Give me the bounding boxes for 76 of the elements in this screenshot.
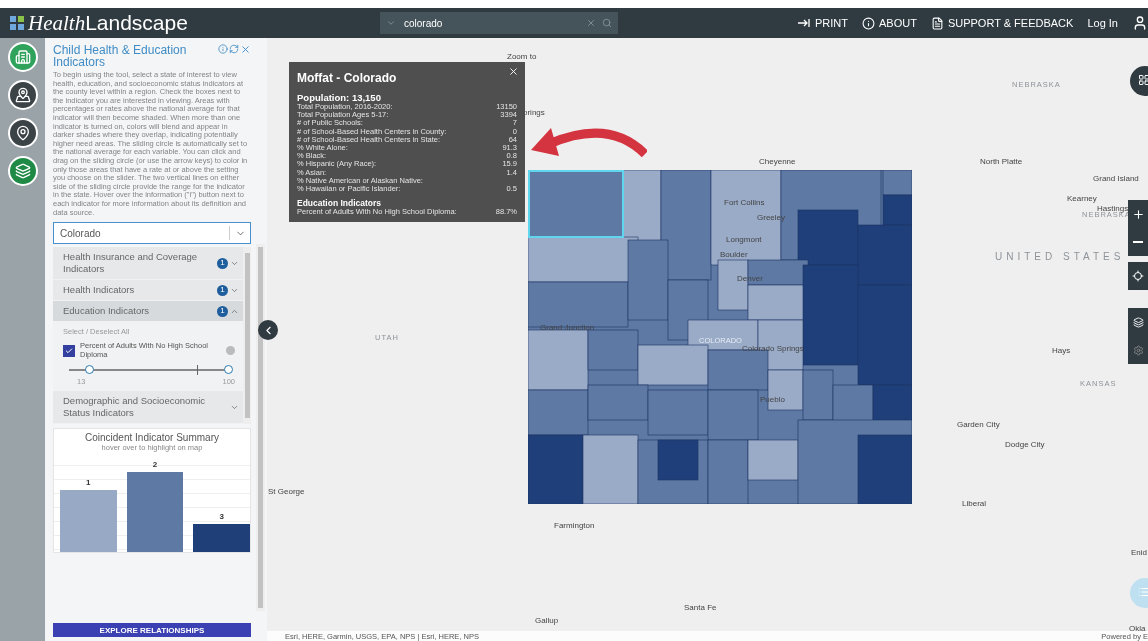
gear-icon: [1132, 344, 1144, 356]
accordion-header[interactable]: Education Indicators 1: [53, 301, 243, 323]
search-input[interactable]: colorado: [402, 16, 580, 30]
map-label: Enid: [1131, 548, 1147, 557]
map-label: Longmont: [726, 235, 762, 244]
checkbox[interactable]: [63, 344, 75, 357]
chart-bar[interactable]: [126, 472, 184, 553]
check-icon: [65, 346, 73, 355]
search-icon: [602, 18, 612, 28]
population-heading: Population: 13,150: [297, 92, 381, 103]
scrollbar[interactable]: [243, 247, 251, 425]
bar-label: 2: [152, 460, 158, 470]
building-icon: [14, 49, 31, 65]
map-label: Liberal: [962, 499, 986, 508]
map-label: Grand Island: [1093, 174, 1139, 183]
map[interactable]: [267, 38, 1148, 641]
map-label: Okla: [1129, 624, 1146, 633]
map-label: Cheyenne: [759, 157, 796, 166]
count-badge: 1: [217, 257, 228, 269]
header-link[interactable]: ABOUT: [861, 16, 917, 30]
app-logo-text: HealthLandscape: [28, 10, 188, 36]
map-label: UNITED STATES: [995, 251, 1125, 262]
map-label: Dodge City: [1005, 440, 1045, 449]
map-label: Kearney: [1067, 194, 1097, 203]
map-label: Farmington: [554, 521, 595, 530]
location-pin-icon: [14, 125, 31, 141]
map-label: Hays: [1052, 346, 1071, 355]
layers-icon: [14, 163, 31, 179]
crosshair-icon: [1132, 270, 1144, 282]
tool-button[interactable]: [7, 80, 38, 110]
header-link[interactable]: PRINT: [796, 17, 848, 29]
document-icon: [930, 16, 944, 30]
info-icon: [861, 16, 875, 30]
header-link[interactable]: SUPPORT & FEEDBACK: [930, 16, 1074, 30]
arrow-to-bar-icon: [796, 18, 811, 28]
layers-icon: [1132, 316, 1144, 328]
map-label: Fort Collins: [724, 198, 765, 207]
logo-icon: [10, 16, 24, 30]
close-icon[interactable]: [240, 44, 251, 55]
summary-title: Coincident Indicator Summary: [85, 432, 219, 444]
user-icon[interactable]: [1132, 15, 1148, 31]
tool-button[interactable]: [7, 118, 38, 148]
map-label: Zoom to: [507, 52, 537, 61]
search-box[interactable]: colorado: [380, 12, 618, 34]
bar-label: 3: [219, 512, 224, 522]
plus-icon: [1131, 207, 1145, 221]
slider-thumb[interactable]: [224, 365, 233, 375]
map-label: Santa Fe: [684, 603, 717, 612]
minus-icon: [1133, 241, 1143, 243]
state-select[interactable]: Colorado: [53, 222, 251, 245]
map-label: Boulder: [720, 250, 748, 259]
bar-label: 1: [86, 478, 91, 488]
map-label: North Platte: [980, 157, 1023, 166]
count-badge: 1: [217, 284, 228, 296]
scrollbar[interactable]: [256, 244, 265, 611]
close-button[interactable]: [508, 66, 519, 77]
slider-thumb[interactable]: [84, 365, 94, 375]
panel-title: Child Health & Education Indicators: [53, 44, 188, 68]
count-badge: 1: [217, 305, 228, 317]
clear-icon: [586, 18, 596, 28]
grid-icon: [1138, 74, 1148, 86]
explore-button[interactable]: EXPLORE RELATIONSHIPS: [53, 623, 251, 637]
map-label: St George: [268, 487, 305, 496]
map-label: Gallup: [535, 616, 559, 625]
close-icon: [508, 66, 519, 77]
tool-button[interactable]: [7, 156, 38, 186]
map-label: Grand Junction: [540, 323, 595, 332]
popup-title: Moffat - Colorado: [297, 71, 397, 85]
map-label: Hastings: [1097, 204, 1129, 213]
caret-icon: [386, 18, 396, 28]
map-pin-icon: [14, 87, 31, 103]
chart-bar[interactable]: [193, 524, 250, 553]
map-label: Garden City: [957, 420, 1000, 429]
list-icon: [1138, 586, 1148, 598]
section-heading: Education Indicators: [297, 198, 383, 209]
log-in-link[interactable]: Log In: [1087, 17, 1118, 29]
